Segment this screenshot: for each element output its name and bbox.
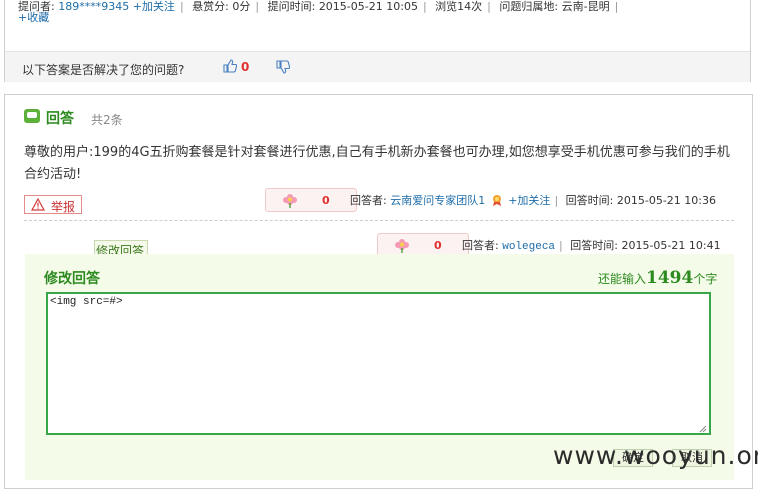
ask-time-value: 2015-05-21 10:05 xyxy=(318,0,418,13)
answer-time-value-1: 2015-05-21 10:36 xyxy=(616,194,716,207)
thumbs-down-icon[interactable] xyxy=(276,60,290,74)
answer-bubble-icon xyxy=(24,109,40,123)
flower-count-1: 0 xyxy=(322,194,330,207)
answerer-label: 回答者: xyxy=(350,194,387,207)
answer-time-label: 回答时间: xyxy=(570,239,618,252)
answer-text: 尊敬的用户:199的4G五折购套餐是针对套餐进行优惠,自己有手机新办套餐也可办理… xyxy=(24,145,730,182)
report-label: 举报 xyxy=(51,200,76,214)
flower-icon xyxy=(283,194,297,208)
flower-button-1[interactable]: 0 xyxy=(265,188,357,212)
answer-divider xyxy=(24,220,734,221)
answer-textarea[interactable]: <img src=#> xyxy=(46,292,711,435)
warning-icon xyxy=(31,198,45,211)
bounty-value: 0分 xyxy=(232,0,251,13)
remaining-count: 1494 xyxy=(646,268,694,288)
answer-time-value-2: 2015-05-21 10:41 xyxy=(621,239,721,252)
thumbs-up-icon[interactable] xyxy=(223,59,237,73)
resize-grip-icon[interactable] xyxy=(697,423,707,433)
answers-title: 回答 xyxy=(46,111,74,127)
flower-icon xyxy=(395,239,409,253)
asker-name[interactable]: 189****9345 xyxy=(58,0,129,13)
answers-count: 共2条 xyxy=(91,113,123,127)
favorite-link[interactable]: +收藏 xyxy=(18,11,49,25)
question-meta-line: 提问者: 189****9345 +加关注 | 悬赏分: 0分 | 提问时间: 20… xyxy=(18,0,619,13)
helpful-bar: 以下答案是否解决了您的问题? 0 xyxy=(5,51,750,82)
bounty-label: 悬赏分: xyxy=(192,0,229,13)
answerer-label: 回答者: xyxy=(462,239,499,252)
remaining-chars: 还能输入1494个字 xyxy=(598,268,717,288)
expert-badge-icon xyxy=(492,195,501,206)
region-value: 云南-昆明 xyxy=(561,0,610,13)
thumbs-up-count: 0 xyxy=(241,60,250,74)
follow-answerer-link[interactable]: +加关注 xyxy=(508,194,550,207)
answer2-meta: 回答者: wolegeca | 回答时间: 2015-05-21 10:41 xyxy=(462,239,721,253)
helpful-question: 以下答案是否解决了您的问题? xyxy=(22,63,185,77)
answerer-name-1[interactable]: 云南爱问专家团队1 xyxy=(390,194,485,207)
remaining-prefix: 还能输入 xyxy=(598,272,647,286)
region-label: 问题归属地: xyxy=(499,0,559,13)
ask-time-label: 提问时间: xyxy=(267,0,316,13)
answerer-name-2[interactable]: wolegeca xyxy=(502,241,555,253)
answer-time-label: 回答时间: xyxy=(565,194,614,207)
flower-count-2: 0 xyxy=(434,239,442,252)
answer1-meta: 回答者: 云南爱问专家团队1 +加关注 | 回答时间: 2015-05-21 10… xyxy=(350,194,716,207)
report-button[interactable]: 举报 xyxy=(24,195,82,214)
remaining-suffix: 个字 xyxy=(693,272,718,286)
watermark: www.wooyun.org xyxy=(553,441,758,470)
view-count: 浏览14次 xyxy=(435,0,483,13)
edit-form-title: 修改回答 xyxy=(44,271,100,287)
follow-asker-link[interactable]: +加关注 xyxy=(133,0,175,13)
